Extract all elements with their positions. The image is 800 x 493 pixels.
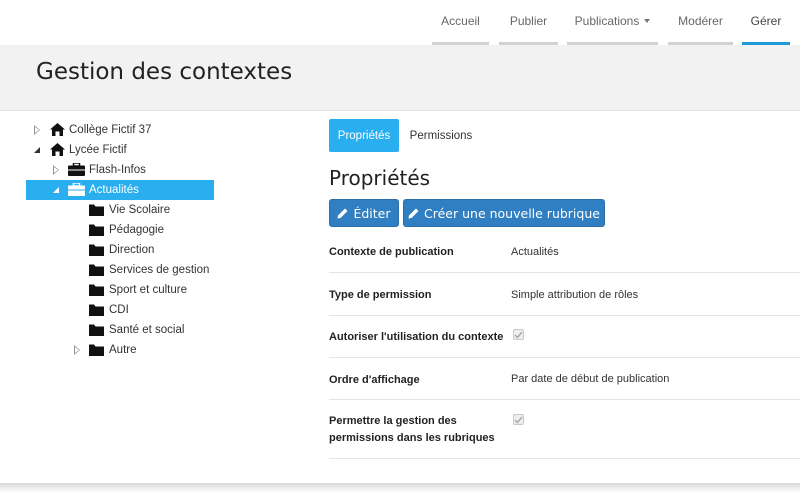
tree-node-label: Flash-Infos	[89, 164, 146, 176]
checkmark-icon	[514, 416, 523, 424]
bottom-shadow	[0, 483, 800, 493]
tree-node-label: Santé et social	[109, 324, 185, 336]
nav-publications[interactable]: Publications	[567, 0, 658, 45]
folder-icon	[89, 324, 104, 336]
nav-publier-label: Publier	[509, 14, 548, 28]
property-label: Type de permission	[329, 289, 432, 301]
tree-node-label: Sport et culture	[109, 284, 187, 296]
page-header: Gestion des contextes	[0, 45, 800, 111]
home-icon	[50, 123, 65, 136]
property-row-type-permission: Type de permission Simple attribution de…	[329, 273, 800, 316]
autoriser-checkbox[interactable]	[513, 329, 524, 340]
property-value: Simple attribution de rôles	[511, 289, 639, 301]
expand-arrow-icon[interactable]	[51, 165, 61, 175]
top-navigation: Accueil Publier Publications Modérer Gér…	[0, 0, 790, 45]
tree-node-sport-et-culture[interactable]: Sport et culture	[88, 280, 214, 300]
page-title: Gestion des contextes	[36, 59, 293, 85]
nav-gerer[interactable]: Gérer	[742, 0, 790, 45]
folder-icon	[89, 304, 104, 316]
tree-node-label: CDI	[109, 304, 129, 316]
nav-moderer[interactable]: Modérer	[668, 0, 733, 45]
checkmark-icon	[514, 331, 523, 339]
tree-node-label: Vie Scolaire	[109, 204, 171, 216]
tree-node-actualites[interactable]: Actualités	[26, 180, 214, 200]
edit-button[interactable]: Éditer	[329, 199, 399, 227]
tree-node-vie-scolaire[interactable]: Vie Scolaire	[88, 200, 214, 220]
tree-node-label: Lycée Fictif	[69, 144, 127, 156]
nav-accueil[interactable]: Accueil	[432, 0, 489, 45]
gestion-permissions-checkbox[interactable]	[513, 414, 524, 425]
property-value: Actualités	[511, 246, 559, 258]
property-label: Contexte de publication	[329, 246, 454, 258]
tree-node-label: Direction	[109, 244, 155, 256]
caret-down-icon	[644, 19, 651, 23]
create-rubric-button[interactable]: Créer une nouvelle rubrique	[403, 199, 605, 227]
property-label-line1: Permettre la gestion des	[329, 415, 457, 427]
tab-permissions[interactable]: Permissions	[405, 119, 477, 152]
tree-node-autre[interactable]: Autre	[70, 340, 214, 360]
folder-icon	[89, 284, 104, 296]
tree-node-label: Actualités	[89, 184, 139, 196]
collapse-arrow-icon[interactable]	[32, 145, 42, 155]
section-title: Propriétés	[329, 166, 431, 190]
pencil-icon	[337, 208, 348, 218]
tree-node-label: Pédagogie	[109, 224, 164, 236]
tree-node-lycee-fictif[interactable]: Lycée Fictif	[28, 140, 214, 160]
nav-moderer-label: Modérer	[678, 14, 723, 28]
tree-node-label: Autre	[109, 344, 137, 356]
tree-node-direction[interactable]: Direction	[88, 240, 214, 260]
property-value: Par date de début de publication	[511, 373, 670, 385]
edit-button-label: Éditer	[353, 205, 391, 221]
briefcase-icon	[68, 163, 85, 176]
pencil-icon	[408, 208, 419, 218]
property-label: Permettre la gestion des permissions dans…	[329, 413, 495, 447]
nav-publier[interactable]: Publier	[499, 0, 558, 45]
tree-node-college-fictif-37[interactable]: Collège Fictif 37	[28, 120, 214, 140]
property-row-gestion-permissions: Permettre la gestion des permissions dans…	[329, 400, 800, 459]
property-row-ordre: Ordre d'affichage Par date de début de p…	[329, 358, 800, 400]
property-label: Autoriser l'utilisation du contexte	[329, 331, 504, 343]
folder-icon	[89, 224, 104, 236]
tree-node-pedagogie[interactable]: Pédagogie	[88, 220, 214, 240]
folder-icon	[89, 244, 104, 256]
tab-proprietes[interactable]: Propriétés	[329, 119, 399, 152]
tree-node-flash-infos[interactable]: Flash-Infos	[28, 160, 214, 180]
tab-proprietes-label: Propriétés	[337, 129, 391, 142]
property-label: Ordre d'affichage	[329, 374, 420, 386]
folder-icon	[89, 204, 104, 216]
collapse-arrow-icon[interactable]	[51, 185, 61, 195]
folder-icon	[89, 344, 104, 356]
property-row-contexte: Contexte de publication Actualités	[329, 232, 800, 273]
briefcase-icon	[68, 183, 85, 196]
expand-arrow-icon[interactable]	[32, 125, 42, 135]
home-icon	[50, 143, 65, 156]
nav-gerer-label: Gérer	[750, 14, 782, 28]
create-rubric-button-label: Créer une nouvelle rubrique	[424, 205, 600, 221]
property-label-line2: permissions dans les rubriques	[329, 432, 495, 444]
tab-permissions-label: Permissions	[409, 129, 473, 142]
tree-node-label: Services de gestion	[109, 264, 210, 276]
folder-icon	[89, 264, 104, 276]
nav-publications-label: Publications	[574, 14, 640, 28]
tree-node-label: Collège Fictif 37	[69, 124, 152, 136]
tree-node-cdi[interactable]: CDI	[88, 300, 214, 320]
tree-node-services-de-gestion[interactable]: Services de gestion	[88, 260, 214, 280]
expand-arrow-icon[interactable]	[72, 345, 82, 355]
tree-node-sante-et-social[interactable]: Santé et social	[88, 320, 214, 340]
nav-accueil-label: Accueil	[441, 14, 480, 28]
property-row-autoriser: Autoriser l'utilisation du contexte	[329, 316, 800, 358]
